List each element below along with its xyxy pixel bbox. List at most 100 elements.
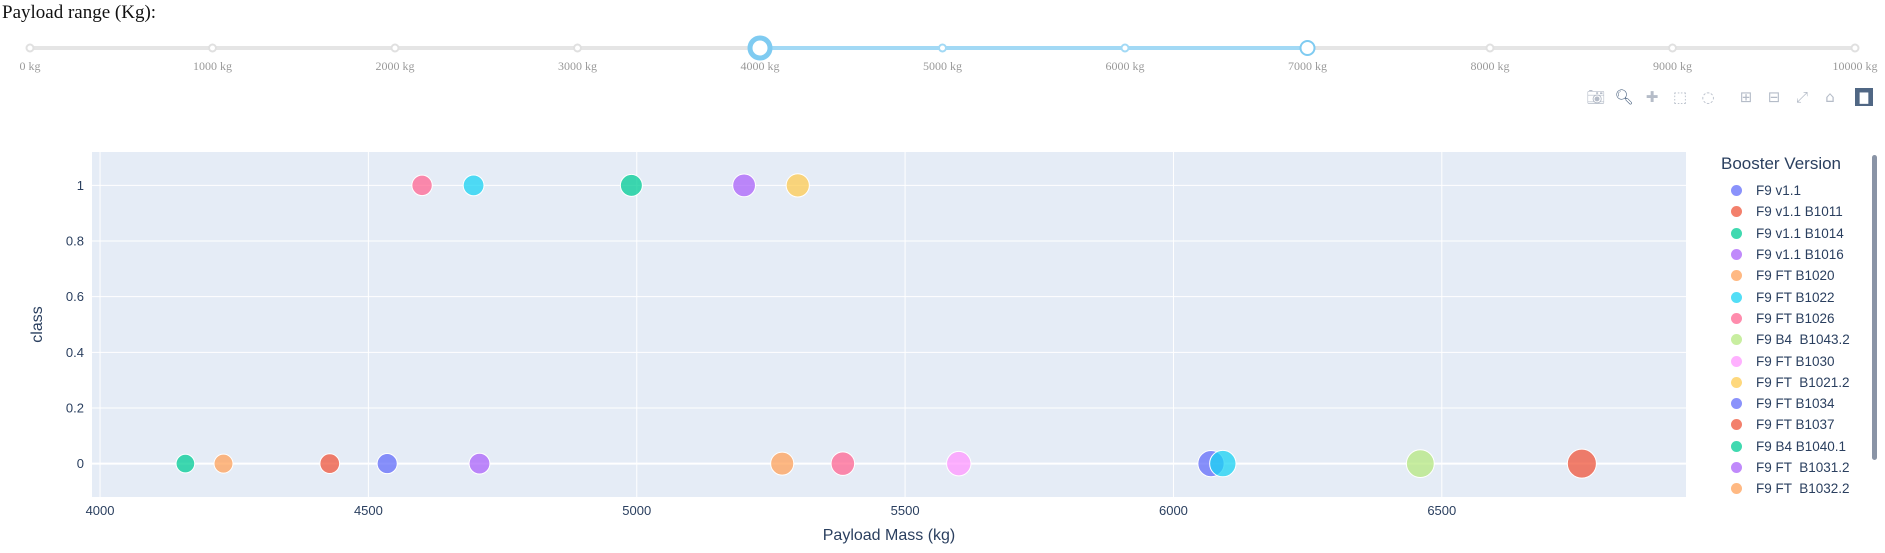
scatter-point[interactable] bbox=[411, 174, 433, 197]
slider-mark-dot[interactable] bbox=[938, 43, 947, 53]
slider-mark-dot[interactable] bbox=[208, 43, 217, 53]
legend-item[interactable]: F9 v1.1 bbox=[1715, 180, 1875, 201]
x-tick-label: 4000 bbox=[86, 503, 115, 518]
legend-item[interactable]: F9 v1.1 B1016 bbox=[1715, 244, 1875, 265]
x-tick-label: 5000 bbox=[622, 503, 651, 518]
legend: Booster Version F9 v1.1 F9 v1.1 B1011 F9 v… bbox=[1715, 150, 1875, 499]
scatter-point[interactable] bbox=[619, 173, 643, 197]
slider-mark-dot[interactable] bbox=[25, 43, 35, 53]
y-tick-label: 0.6 bbox=[66, 289, 84, 304]
legend-marker bbox=[1731, 227, 1742, 239]
legend-scrollbar[interactable] bbox=[1872, 155, 1877, 460]
lasso-select-icon[interactable]: ◌ bbox=[1697, 86, 1719, 108]
payload-range-slider[interactable]: 0 kg 1000 kg 2000 kg 3000 kg 4000 kg 5000 kg 6… bbox=[0, 30, 1885, 90]
scatter-point[interactable] bbox=[1566, 448, 1597, 479]
legend-label: F9 B4 B1040.1 bbox=[1756, 438, 1847, 454]
legend-item[interactable]: F9 v1.1 B1011 bbox=[1715, 201, 1875, 222]
camera-icon[interactable]: 📷︎ bbox=[1585, 86, 1607, 108]
x-tick-label: 5500 bbox=[891, 503, 920, 518]
slider-mark-dot[interactable] bbox=[1668, 43, 1677, 53]
legend-marker bbox=[1731, 206, 1742, 218]
scatter-point[interactable] bbox=[770, 451, 795, 476]
y-tick-label: 1 bbox=[77, 178, 84, 193]
reset-axes-icon[interactable]: ⌂ bbox=[1819, 86, 1841, 108]
legend-item[interactable]: F9 B4 B1040.1 bbox=[1715, 436, 1875, 457]
slider-mark-label: 8000 kg bbox=[1471, 59, 1510, 73]
slider-mark-label: 6000 kg bbox=[1106, 59, 1145, 73]
slider-mark-label: 3000 kg bbox=[558, 59, 597, 73]
legend-label: F9 FT B1026 bbox=[1756, 310, 1835, 326]
zoom-in-icon[interactable]: ⊞ bbox=[1735, 86, 1757, 108]
legend-item[interactable]: F9 FT B1022 bbox=[1715, 286, 1875, 307]
slider-handle-high[interactable] bbox=[1299, 40, 1316, 56]
scatter-point[interactable] bbox=[462, 174, 485, 197]
scatter-point[interactable] bbox=[213, 453, 234, 474]
x-tick-label: 4500 bbox=[354, 503, 383, 518]
plotly-logo-icon[interactable]: ▇ bbox=[1855, 88, 1873, 106]
scatter-point[interactable] bbox=[319, 453, 341, 474]
legend-item[interactable]: F9 FT B1032.2 bbox=[1715, 478, 1875, 499]
slider-mark-label: 10000 kg bbox=[1833, 59, 1878, 73]
scatter-point[interactable] bbox=[785, 173, 810, 198]
legend-label: F9 v1.1 B1016 bbox=[1756, 247, 1844, 263]
legend-marker bbox=[1731, 462, 1742, 473]
legend-label: F9 FT B1034 bbox=[1756, 396, 1835, 412]
autoscale-icon[interactable]: ⤢ bbox=[1791, 86, 1813, 108]
legend-label: F9 FT B1021.2 bbox=[1756, 374, 1850, 390]
legend-marker bbox=[1731, 398, 1742, 410]
y-axis-title: class bbox=[29, 306, 46, 342]
y-tick-label: 0.2 bbox=[66, 400, 84, 415]
legend-item[interactable]: F9 FT B1031.2 bbox=[1715, 457, 1875, 478]
payload-range-label: Payload range (Kg): bbox=[2, 2, 157, 23]
slider-mark-label: 1000 kg bbox=[193, 59, 232, 73]
x-tick-label: 6000 bbox=[1159, 503, 1188, 518]
slider-mark-label: 0 kg bbox=[20, 59, 41, 73]
legend-item[interactable]: F9 FT B1021.2 bbox=[1715, 372, 1875, 393]
scatter-point[interactable] bbox=[732, 173, 756, 198]
legend-marker bbox=[1731, 249, 1742, 261]
payload-scatter-chart: 4000 4500 5000 5500 6000 6500 0 0.2 0.4 0.6 0.8 1 Pa… bbox=[29, 152, 1686, 544]
legend-item[interactable]: F9 FT B1026 bbox=[1715, 308, 1875, 329]
scatter-point[interactable] bbox=[175, 453, 196, 474]
scatter-point[interactable] bbox=[1405, 449, 1435, 479]
scatter-point[interactable] bbox=[946, 450, 972, 477]
slider-mark-dot[interactable] bbox=[390, 43, 400, 53]
legend-marker bbox=[1731, 440, 1742, 452]
scatter-point[interactable] bbox=[468, 452, 491, 475]
zoom-icon[interactable]: 🔍︎ bbox=[1613, 86, 1635, 108]
legend-item[interactable]: F9 FT B1037 bbox=[1715, 414, 1875, 435]
slider-handle-low[interactable] bbox=[747, 35, 773, 61]
legend-marker bbox=[1731, 270, 1742, 282]
legend-item[interactable]: F9 B4 B1043.2 bbox=[1715, 329, 1875, 350]
legend-marker bbox=[1731, 483, 1742, 495]
slider-mark-dot[interactable] bbox=[1120, 43, 1130, 53]
legend-label: F9 FT B1030 bbox=[1756, 353, 1835, 369]
box-select-icon[interactable]: ⬚ bbox=[1669, 86, 1691, 108]
legend-item[interactable]: F9 FT B1020 bbox=[1715, 265, 1875, 286]
slider-mark-label: 4000 kg bbox=[741, 59, 780, 73]
slider-mark-label: 2000 kg bbox=[376, 59, 415, 73]
legend-item[interactable]: F9 FT B1030 bbox=[1715, 350, 1875, 371]
slider-mark-dot[interactable] bbox=[573, 43, 582, 53]
legend-marker bbox=[1731, 376, 1742, 388]
slider-mark-label: 9000 kg bbox=[1653, 59, 1692, 73]
legend-label: F9 FT B1020 bbox=[1756, 268, 1835, 284]
y-tick-label: 0.8 bbox=[66, 234, 84, 249]
x-axis-title: Payload Mass (kg) bbox=[823, 527, 956, 544]
scatter-point[interactable] bbox=[830, 451, 856, 476]
legend-label: F9 v1.1 B1011 bbox=[1756, 204, 1843, 220]
slider-mark-label: 5000 kg bbox=[923, 59, 962, 73]
legend-label: F9 FT B1031.2 bbox=[1756, 460, 1850, 475]
zoom-out-icon[interactable]: ⊟ bbox=[1763, 86, 1785, 108]
slider-mark-dot[interactable] bbox=[1485, 43, 1495, 53]
legend-item[interactable]: F9 v1.1 B1014 bbox=[1715, 223, 1875, 244]
legend-marker bbox=[1731, 334, 1742, 346]
y-tick-label: 0.4 bbox=[66, 345, 84, 360]
legend-marker bbox=[1731, 355, 1742, 367]
scatter-point[interactable] bbox=[1209, 449, 1237, 478]
legend-label: F9 FT B1022 bbox=[1756, 289, 1835, 305]
pan-icon[interactable]: ✚ bbox=[1641, 86, 1663, 108]
slider-mark-dot[interactable] bbox=[1850, 43, 1860, 53]
scatter-point[interactable] bbox=[376, 453, 398, 475]
legend-item[interactable]: F9 FT B1034 bbox=[1715, 393, 1875, 414]
